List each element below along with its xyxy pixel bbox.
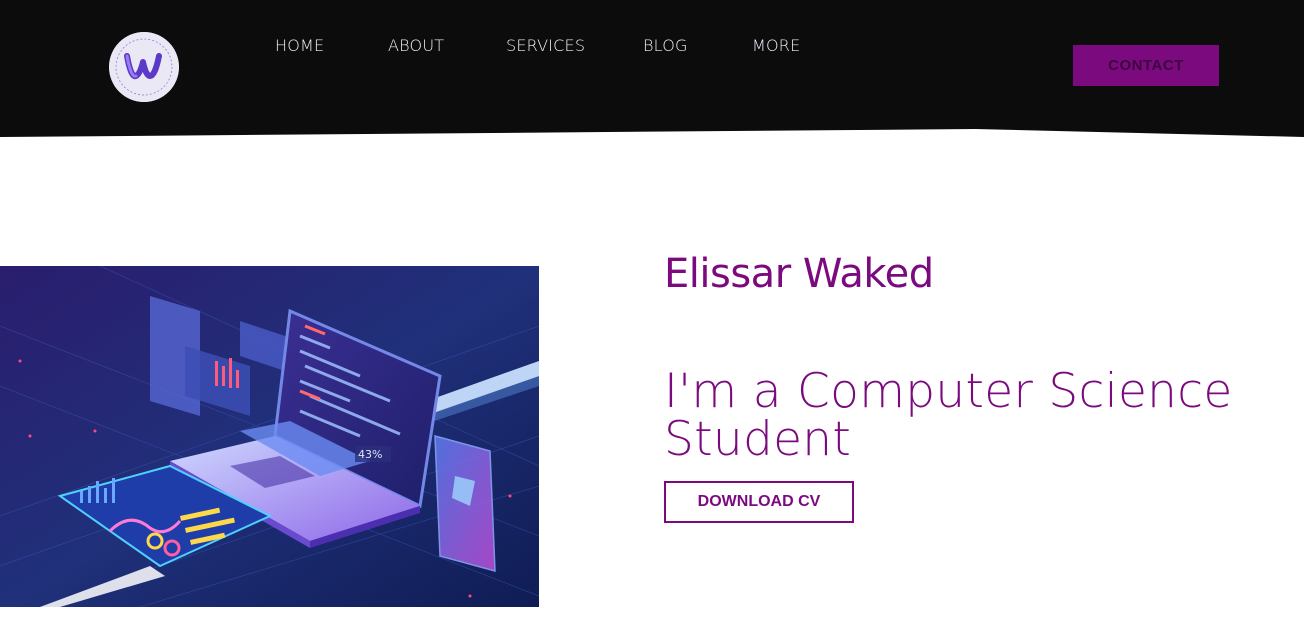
progress-percent-label: 43%: [358, 448, 382, 461]
hero-laptop-illustration: 43%: [0, 266, 539, 607]
site-logo[interactable]: [109, 32, 179, 102]
nav-home[interactable]: HOME: [275, 36, 324, 55]
hero-tagline: I'm a Computer Science Student: [664, 364, 1233, 467]
logo-w-icon: [109, 32, 179, 102]
nav-services[interactable]: SERVICES: [506, 36, 585, 55]
nav-blog[interactable]: BLOG: [643, 36, 688, 55]
nav-about[interactable]: ABOUT: [388, 36, 444, 55]
contact-button[interactable]: CONTACT: [1073, 45, 1219, 86]
hero-name: Elissar Waked: [664, 251, 934, 297]
nav-more[interactable]: MORE: [752, 36, 800, 55]
site-header: HOME ABOUT SERVICES BLOG MORE CONTACT: [0, 0, 1304, 140]
download-cv-button[interactable]: DOWNLOAD CV: [664, 481, 854, 523]
